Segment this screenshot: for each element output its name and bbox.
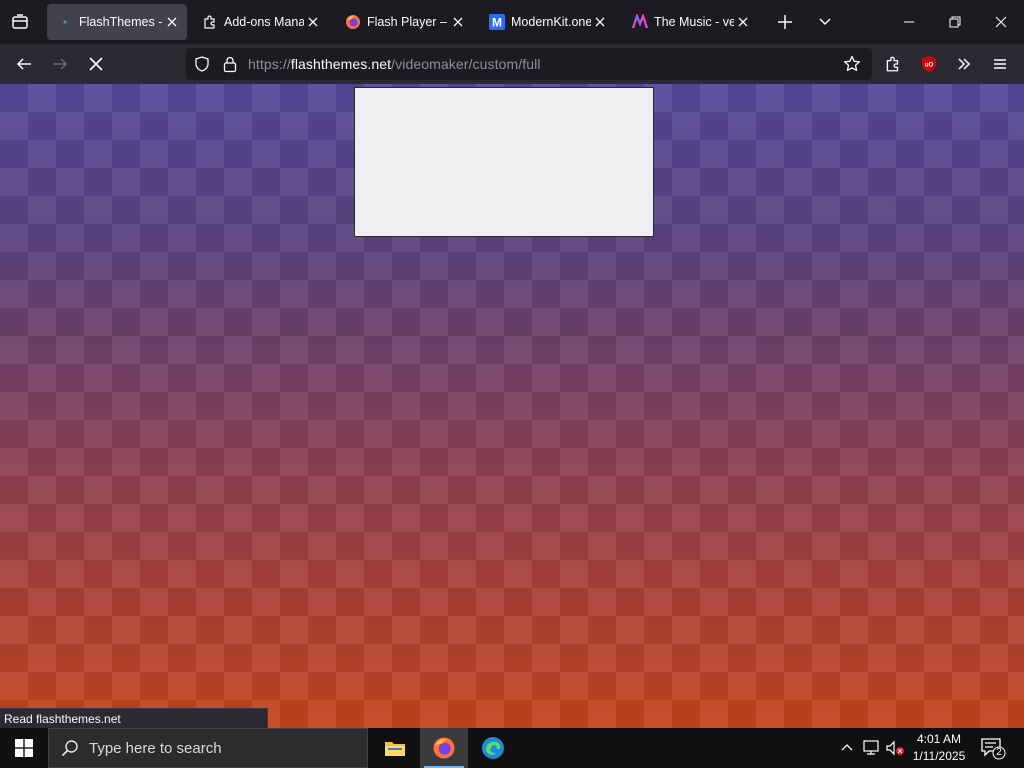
stop-loading-button[interactable]: [82, 50, 110, 78]
lock-icon[interactable]: [222, 55, 238, 73]
action-center-button[interactable]: 2: [980, 736, 1006, 760]
notification-count: 2: [996, 747, 1002, 758]
loading-dot-icon: [57, 14, 73, 30]
plus-icon: [778, 15, 792, 29]
search-placeholder: Type here to search: [89, 739, 222, 757]
url-text[interactable]: https://flashthemes.net/videomaker/custo…: [248, 56, 541, 72]
tab-title: The Music - very: [654, 15, 734, 29]
double-chevron-right-icon: [958, 58, 971, 70]
tab-modernkit[interactable]: M ModernKit.one: [479, 4, 615, 40]
close-window-button[interactable]: [978, 0, 1024, 44]
back-button[interactable]: [10, 50, 38, 78]
url-bar[interactable]: https://flashthemes.net/videomaker/custo…: [186, 48, 872, 80]
svg-text:uO: uO: [925, 63, 934, 69]
modernkit-m-icon: M: [489, 14, 505, 30]
tab-title: Flash Player – Ge: [367, 15, 449, 29]
start-button[interactable]: [0, 728, 48, 768]
tab-title: FlashThemes - C: [79, 15, 163, 29]
close-tab-icon[interactable]: [304, 13, 322, 31]
puzzle-icon: [202, 14, 218, 30]
tab-the-music[interactable]: The Music - very: [622, 4, 758, 40]
tab-title: ModernKit.one: [511, 15, 591, 29]
tab-addons-manager[interactable]: Add-ons Manag: [192, 4, 328, 40]
close-icon: [995, 16, 1007, 28]
tab-flashthemes[interactable]: FlashThemes - C: [47, 4, 187, 40]
windows-logo-icon: [15, 739, 33, 757]
taskbar-search-box[interactable]: Type here to search: [48, 728, 368, 768]
loading-panel[interactable]: [354, 87, 654, 237]
firefox-icon: [433, 737, 455, 759]
hamburger-menu-icon: [994, 59, 1006, 69]
firefox-view-icon: [12, 14, 28, 29]
windows-taskbar: Type here to search 4:01 AM 1/11/2025 2: [0, 728, 1024, 768]
app-menu-button[interactable]: [986, 50, 1014, 78]
network-status[interactable]: [861, 738, 881, 758]
url-path: /videomaker/custom/full: [391, 56, 541, 72]
extensions-button[interactable]: [879, 50, 907, 78]
taskbar-firefox[interactable]: [420, 728, 468, 768]
taskbar-edge[interactable]: [469, 728, 517, 768]
close-tab-icon[interactable]: [449, 13, 467, 31]
folder-icon: [385, 742, 405, 756]
ublock-shield-icon: uO: [922, 56, 936, 72]
url-host: flashthemes.net: [290, 56, 392, 72]
edge-icon: [482, 737, 504, 759]
list-all-tabs-button[interactable]: [813, 10, 837, 34]
forward-button[interactable]: [46, 50, 74, 78]
puzzle-icon: [886, 56, 899, 72]
tab-flash-player[interactable]: Flash Player – Ge: [335, 4, 473, 40]
navigation-toolbar: https://flashthemes.net/videomaker/custo…: [0, 44, 1024, 84]
svg-text:M: M: [492, 16, 502, 30]
minimize-button[interactable]: [886, 0, 932, 44]
status-panel: Read flashthemes.net: [0, 708, 268, 728]
close-tab-icon[interactable]: [163, 13, 181, 31]
taskbar-clock[interactable]: 4:01 AM 1/11/2025: [905, 731, 973, 765]
close-tab-icon[interactable]: [734, 13, 752, 31]
chevron-up-icon: [841, 744, 853, 751]
volume-status[interactable]: [885, 738, 905, 758]
taskbar-file-explorer[interactable]: [371, 728, 419, 768]
show-hidden-icons-button[interactable]: [837, 738, 857, 758]
stop-x-icon: [89, 57, 103, 71]
ublock-origin-button[interactable]: uO: [915, 50, 943, 78]
screen: FlashThemes - C Add-ons Manag: [0, 0, 1024, 768]
url-scheme: https://: [248, 56, 291, 72]
close-tab-icon[interactable]: [591, 13, 609, 31]
tab-strip: FlashThemes - C Add-ons Manag: [0, 0, 1024, 44]
restore-button[interactable]: [932, 0, 978, 44]
clock-date: 1/11/2025: [912, 749, 966, 763]
chevron-down-icon: [819, 18, 831, 26]
music-m-icon: [632, 14, 648, 30]
tracking-shield-icon[interactable]: [194, 56, 210, 72]
bookmark-star-icon[interactable]: [843, 55, 861, 73]
search-icon: [61, 740, 78, 757]
new-tab-button[interactable]: [773, 10, 797, 34]
clock-time: 4:01 AM: [916, 732, 962, 746]
arrow-left-icon: [16, 58, 31, 70]
more-tools-button[interactable]: [950, 50, 978, 78]
network-wired-icon: [863, 740, 879, 755]
web-page-content: [0, 84, 1024, 728]
tab-title: Add-ons Manag: [224, 15, 304, 29]
firefox-icon: [345, 14, 361, 30]
minimize-icon: [904, 21, 914, 23]
restore-icon: [949, 16, 961, 28]
firefox-view-button[interactable]: [0, 0, 40, 44]
arrow-right-icon: [53, 58, 68, 70]
volume-muted-icon: [886, 740, 904, 756]
